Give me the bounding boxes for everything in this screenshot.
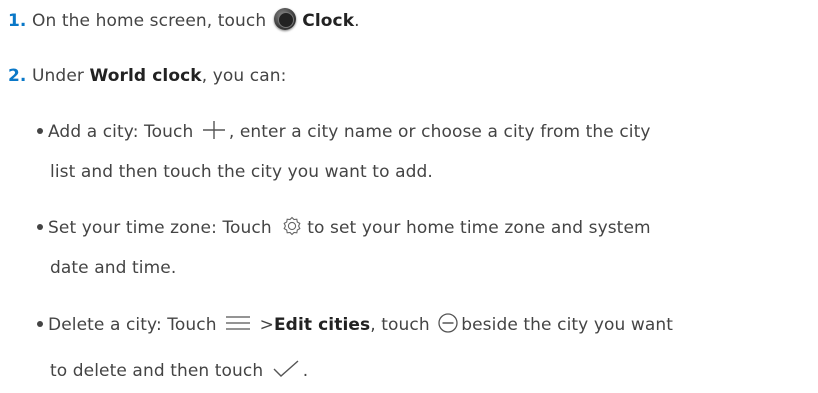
bullet-text: Set your time zone: Touch: [48, 218, 272, 238]
bullet-text: beside the city you want: [461, 315, 674, 335]
bullet-delete-city-line2: to delete and then touch .: [50, 360, 308, 382]
bullet-text: date and time.: [50, 258, 177, 278]
arrow-separator: >: [259, 315, 274, 335]
bullet-time-zone-line2: date and time.: [50, 258, 176, 278]
bullet-text: to set your home time zone and system: [307, 218, 651, 238]
step-1: 1. On the home screen, touch Clock.: [8, 8, 360, 32]
minus-circle-icon: [438, 313, 458, 333]
app-name: Clock: [302, 11, 355, 31]
bullet-text: list and then touch the city you want to…: [50, 162, 433, 182]
step-text: On the home screen, touch: [32, 11, 267, 31]
step-2: 2. Under World clock, you can:: [8, 66, 286, 86]
plus-icon: [202, 121, 225, 139]
section-name: World clock: [89, 66, 202, 86]
menu-item-edit-cities: Edit cities: [273, 315, 371, 335]
bullet-delete-city: Delete a city: Touch >Edit cities, touch…: [37, 313, 674, 336]
bullet-add-city: Add a city: Touch , enter a city name or…: [37, 121, 651, 143]
bullet-add-city-line2: list and then touch the city you want to…: [50, 162, 433, 182]
bullet-time-zone: Set your time zone: Touch to set your ho…: [37, 216, 651, 239]
bullet-text: Delete a city: Touch: [48, 315, 217, 335]
step-text-end: .: [354, 11, 360, 31]
bullet-text: Add a city: Touch: [48, 122, 194, 142]
bullet-dot: [37, 321, 43, 327]
bullet-dot: [37, 224, 43, 230]
bullet-text: , enter a city name or choose a city fro…: [228, 122, 651, 142]
step-number: 2.: [8, 66, 27, 86]
menu-icon: [226, 316, 251, 330]
gear-icon: [283, 216, 301, 236]
bullet-dot: [37, 128, 43, 134]
bullet-text-end: .: [302, 361, 309, 381]
checkmark-icon: [273, 360, 299, 377]
step-number: 1.: [8, 11, 27, 31]
clock-app-icon: [274, 8, 297, 30]
step-text-end: , you can:: [201, 66, 287, 86]
bullet-text: to delete and then touch: [50, 361, 264, 381]
bullet-text: , touch: [370, 315, 430, 335]
step-text: Under: [32, 66, 84, 86]
